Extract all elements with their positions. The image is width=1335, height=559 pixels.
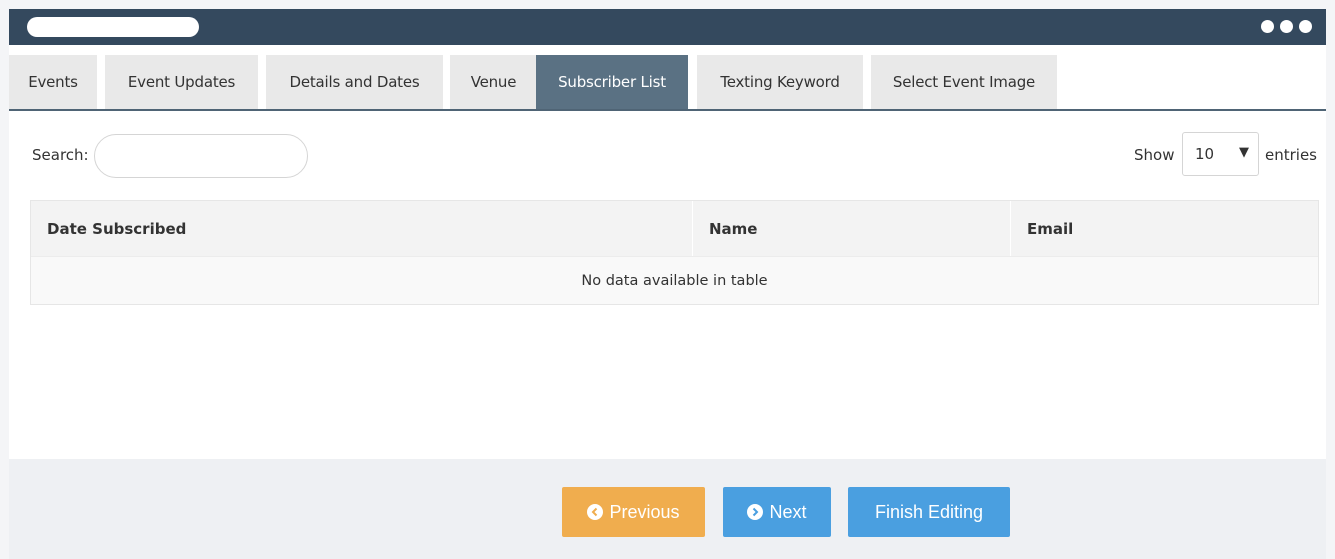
search-input[interactable] xyxy=(94,134,308,178)
tab-bar: Events Event Updates Details and Dates V… xyxy=(9,45,1326,111)
subscriber-list-panel: Search: Show 10 ▼ entries Date Subscribe… xyxy=(9,111,1326,459)
empty-table-message: No data available in table xyxy=(31,256,1318,304)
tab-subscriber-list[interactable]: Subscriber List xyxy=(536,55,688,109)
tab-events[interactable]: Events xyxy=(9,55,97,109)
column-header-name[interactable]: Name xyxy=(693,201,1011,256)
show-label: Show xyxy=(1134,146,1175,164)
tab-select-event-image[interactable]: Select Event Image xyxy=(871,55,1057,109)
column-header-date-subscribed[interactable]: Date Subscribed xyxy=(31,201,693,256)
next-button[interactable]: Next xyxy=(723,487,831,537)
dot xyxy=(1280,20,1293,33)
caret-down-icon: ▼ xyxy=(1239,145,1249,160)
address-pill xyxy=(27,17,199,37)
entries-label: entries xyxy=(1265,146,1317,164)
dot xyxy=(1261,20,1274,33)
tab-details-and-dates[interactable]: Details and Dates xyxy=(266,55,443,109)
subscriber-table: Date Subscribed Name Email No data avail… xyxy=(30,200,1319,305)
finish-editing-label: Finish Editing xyxy=(874,501,984,522)
entries-value: 10 xyxy=(1195,145,1215,163)
table-header: Date Subscribed Name Email xyxy=(31,201,1318,256)
next-label: Next xyxy=(769,501,807,522)
previous-label: Previous xyxy=(609,501,680,522)
more-dots-icon[interactable] xyxy=(1261,20,1312,34)
app-window: Events Event Updates Details and Dates V… xyxy=(9,9,1326,559)
dot xyxy=(1299,20,1312,33)
arrow-circle-left-icon xyxy=(587,504,604,520)
previous-button[interactable]: Previous xyxy=(562,487,705,537)
tab-event-updates[interactable]: Event Updates xyxy=(105,55,258,109)
form-footer: Previous Next Finish Editing xyxy=(9,459,1326,559)
search-label: Search: xyxy=(32,146,89,164)
tab-venue[interactable]: Venue xyxy=(450,55,537,109)
tab-texting-keyword[interactable]: Texting Keyword xyxy=(697,55,863,109)
arrow-circle-right-icon xyxy=(747,504,764,520)
column-header-email[interactable]: Email xyxy=(1011,201,1318,256)
finish-editing-button[interactable]: Finish Editing xyxy=(848,487,1010,537)
window-titlebar xyxy=(9,9,1326,45)
entries-select[interactable]: 10 ▼ xyxy=(1182,132,1259,176)
